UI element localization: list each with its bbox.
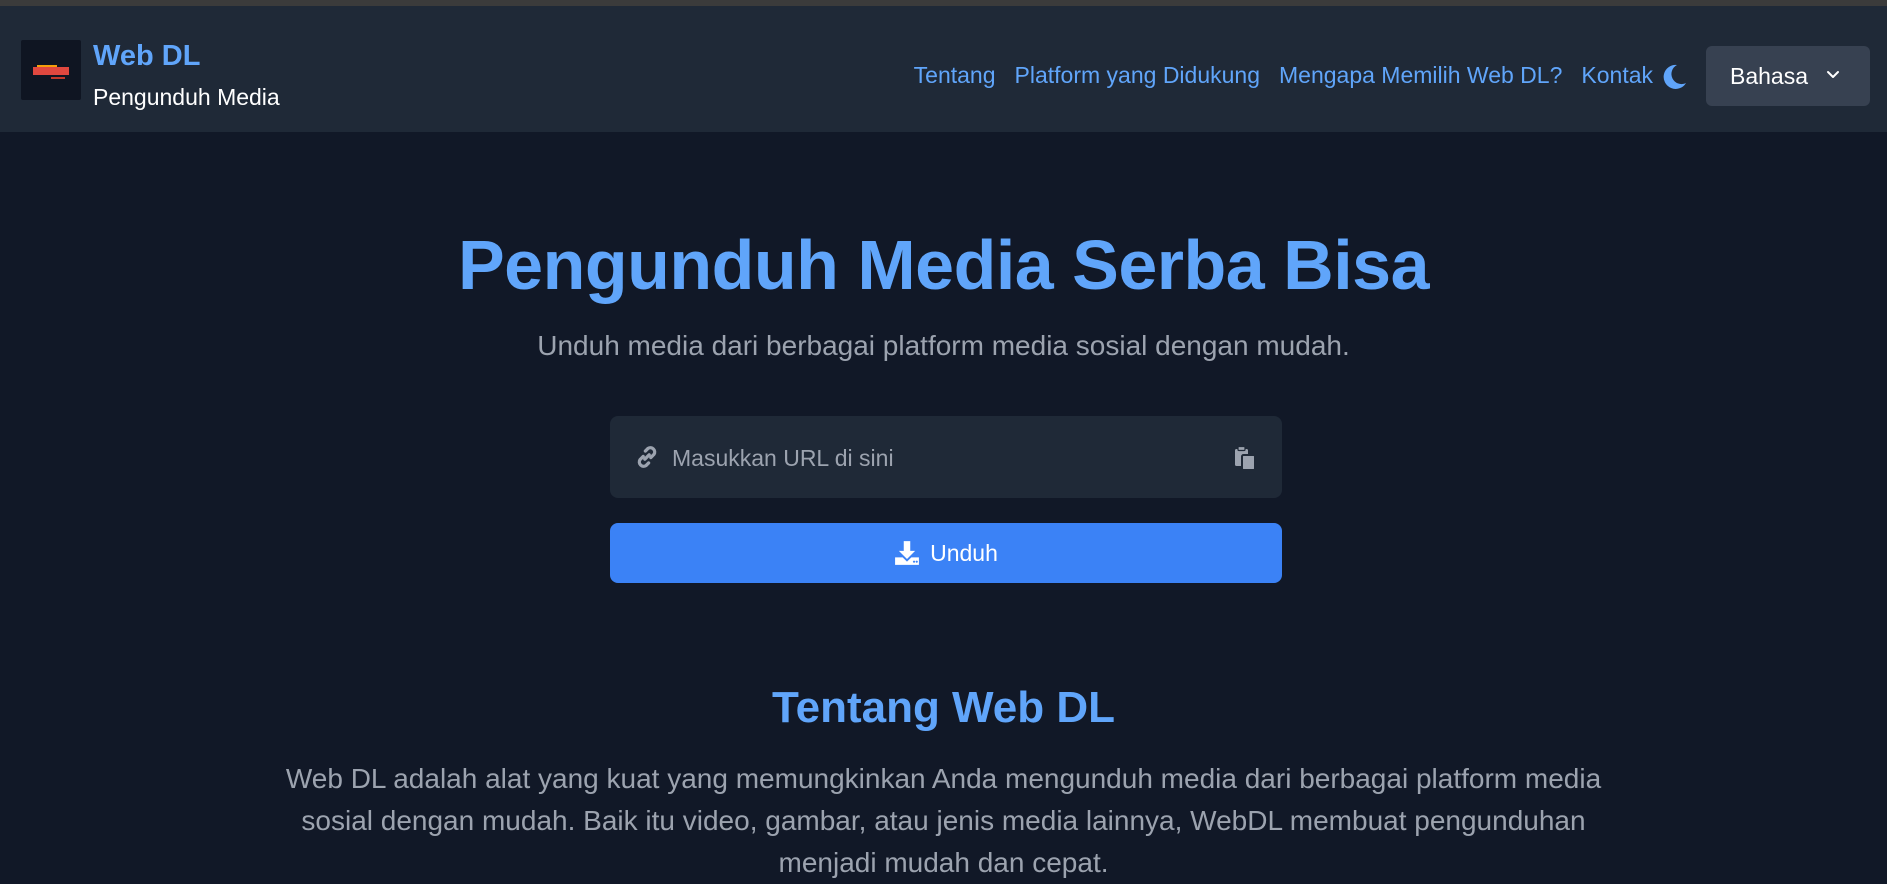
brand-logo[interactable]: [21, 40, 81, 100]
logo-band: [33, 67, 69, 75]
download-icon: [895, 541, 920, 565]
chevron-down-icon: [1827, 71, 1839, 78]
link-icon: [637, 446, 657, 468]
brand-name[interactable]: Web DL: [93, 40, 200, 73]
url-input[interactable]: [670, 436, 1214, 480]
about-title: Tentang Web DL: [771, 683, 1116, 732]
hero-subtitle: Unduh media dari berbagai platform media…: [537, 330, 1350, 361]
moon-icon[interactable]: [1663, 64, 1687, 90]
download-button[interactable]: Unduh: [610, 523, 1282, 583]
hero-title: Pengunduh Media Serba Bisa: [457, 226, 1430, 304]
nav-link-kontak[interactable]: Kontak: [1581, 62, 1653, 89]
nav-link-platform[interactable]: Platform yang Didukung: [1015, 62, 1260, 89]
logo-stripe-small: [51, 77, 65, 79]
language-dropdown[interactable]: Bahasa: [1706, 46, 1870, 106]
about-text: Web DL adalah alat yang kuat yang memung…: [285, 763, 1602, 878]
nav-link-tentang[interactable]: Tentang: [914, 62, 996, 89]
nav-links: Tentang Platform yang Didukung Mengapa M…: [914, 62, 1653, 89]
download-button-label: Unduh: [930, 539, 998, 566]
navbar: Web DL Pengunduh Media Tentang Platform …: [0, 6, 1887, 132]
brand-subtitle: Pengunduh Media: [93, 84, 280, 110]
url-input-box: [610, 416, 1282, 498]
nav-link-mengapa[interactable]: Mengapa Memilih Web DL?: [1279, 62, 1562, 89]
paste-icon[interactable]: [1234, 446, 1256, 470]
language-label: Bahasa: [1730, 62, 1809, 89]
